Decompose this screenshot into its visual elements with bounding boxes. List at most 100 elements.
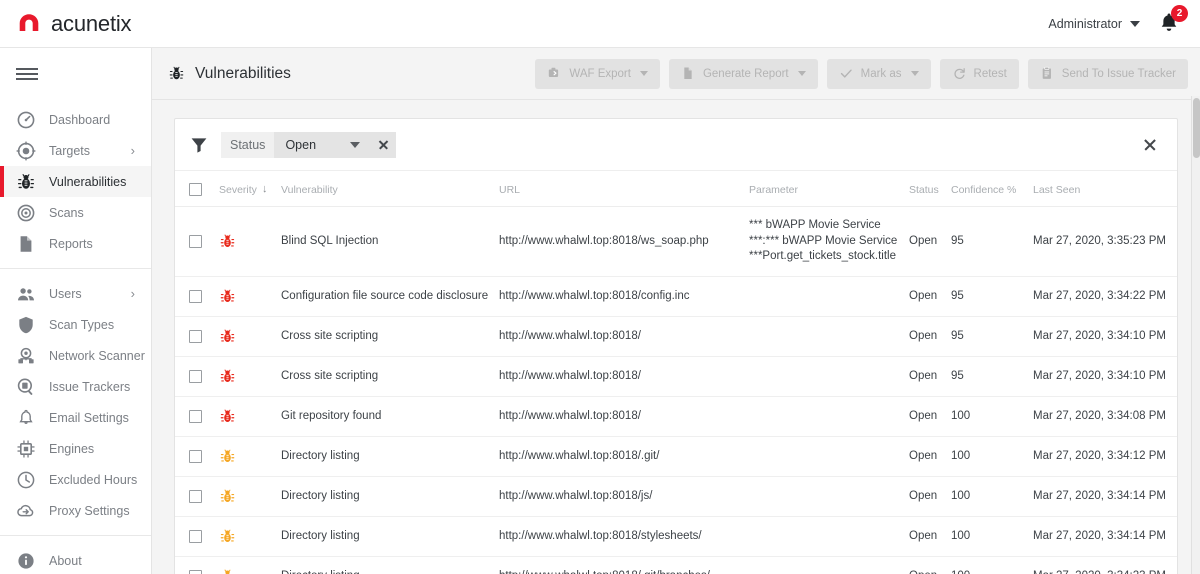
users-icon <box>18 287 34 300</box>
main-area: Vulnerabilities WAF Export Generate Repor… <box>152 48 1200 574</box>
row-checkbox[interactable] <box>189 329 202 343</box>
row-checkbox[interactable] <box>189 289 202 303</box>
sidebar-item-label: Scans <box>49 205 84 220</box>
sidebar-group-2: AboutHelp <box>0 535 151 574</box>
report-icon <box>684 67 692 80</box>
column-header-vulnerability[interactable]: Vulnerability <box>281 171 499 207</box>
refresh-icon <box>954 68 965 79</box>
window-scrollbar[interactable] <box>1191 96 1200 574</box>
scrollbar-thumb[interactable] <box>1193 98 1200 158</box>
status-cell: Open <box>909 276 951 317</box>
sidebar-item-label: Dashboard <box>49 112 111 127</box>
bug-icon <box>220 369 235 382</box>
table-row[interactable]: Directory listinghttp://www.whalwl.top:8… <box>175 476 1177 517</box>
row-select-cell <box>175 516 219 557</box>
sidebar-item-vulnerabilities[interactable]: Vulnerabilities <box>0 166 151 197</box>
sidebar-item-scan-types[interactable]: Scan Types <box>0 309 151 340</box>
url-cell: http://www.whalwl.top:8018/ <box>499 396 749 437</box>
row-checkbox[interactable] <box>189 409 202 423</box>
confidence-cell: 95 <box>951 316 1033 357</box>
status-filter-value: Open <box>285 137 317 152</box>
table-row[interactable]: Directory listinghttp://www.whalwl.top:8… <box>175 436 1177 477</box>
table-head: Severity ↓ Vulnerability URL Parameter S… <box>175 171 1177 207</box>
vulnerability-cell: Directory listing <box>281 476 499 517</box>
table-row[interactable]: Directory listinghttp://www.whalwl.top:8… <box>175 556 1177 574</box>
last-seen-cell: Mar 27, 2020, 3:34:10 PM <box>1033 356 1177 397</box>
sidebar-item-targets[interactable]: Targets › <box>0 135 151 166</box>
row-select-cell <box>175 206 219 277</box>
status-cell: Open <box>909 516 951 557</box>
sidebar-item-proxy-settings[interactable]: Proxy Settings <box>0 495 151 526</box>
mark-as-button[interactable]: Mark as <box>826 58 931 89</box>
url-cell: http://www.whalwl.top:8018/ <box>499 316 749 357</box>
sidebar-item-dashboard[interactable]: Dashboard <box>0 104 151 135</box>
send-to-issue-tracker-button[interactable]: Send To Issue Tracker <box>1027 58 1188 89</box>
parameter-cell <box>749 316 909 357</box>
administrator-menu[interactable]: Administrator <box>1048 17 1140 31</box>
menu-toggle-button[interactable] <box>0 48 151 100</box>
sidebar-item-network-scanner[interactable]: Network Scanner <box>0 340 151 371</box>
row-checkbox[interactable] <box>189 449 202 463</box>
bug-icon <box>220 449 235 462</box>
waf-export-icon <box>549 67 559 77</box>
parameter-cell <box>749 436 909 477</box>
waf-export-button[interactable]: WAF Export <box>535 58 660 89</box>
sidebar-item-reports[interactable]: Reports <box>0 228 151 259</box>
sidebar-item-email-settings[interactable]: Email Settings <box>0 402 151 433</box>
last-seen-cell: Mar 27, 2020, 3:35:23 PM <box>1033 206 1177 277</box>
sidebar-item-users[interactable]: Users › <box>0 278 151 309</box>
bug-icon <box>220 289 235 302</box>
vulnerability-cell: Configuration file source code disclosur… <box>281 276 499 317</box>
target-icon <box>16 141 36 160</box>
column-label-severity: Severity <box>219 183 257 196</box>
bug-icon <box>220 529 235 542</box>
sidebar-item-label: Engines <box>49 441 95 456</box>
chevron-down-icon <box>1130 20 1140 27</box>
row-select-cell <box>175 476 219 517</box>
column-header-url[interactable]: URL <box>499 171 749 207</box>
column-header-status[interactable]: Status <box>909 171 951 207</box>
notifications-button[interactable]: 2 <box>1156 4 1188 38</box>
vulnerability-cell: Cross site scripting <box>281 316 499 357</box>
row-checkbox[interactable] <box>189 489 202 503</box>
chevron-down-icon <box>639 71 648 76</box>
table-row[interactable]: Cross site scripting http://www.whalwl.to… <box>175 356 1177 397</box>
sidebar-item-excluded-hours[interactable]: Excluded Hours <box>0 464 151 495</box>
sidebar-item-engines[interactable]: Engines <box>0 433 151 464</box>
close-filter-bar-button[interactable] <box>1137 132 1163 158</box>
remove-filter-button[interactable] <box>370 131 397 158</box>
column-header-last-seen[interactable]: Last Seen <box>1033 171 1177 207</box>
table-row[interactable]: Configuration file source code disclosur… <box>175 276 1177 317</box>
select-all-checkbox[interactable] <box>189 183 202 196</box>
brand-logo[interactable]: acunetix <box>16 11 132 37</box>
column-header-severity[interactable]: Severity ↓ <box>219 171 281 207</box>
retest-button[interactable]: Retest <box>939 58 1019 89</box>
sidebar-item-about[interactable]: About <box>0 545 151 574</box>
parameter-cell <box>749 356 909 397</box>
sidebar-item-scans[interactable]: Scans <box>0 197 151 228</box>
row-checkbox[interactable] <box>189 369 202 383</box>
clipboard-icon <box>1042 66 1051 79</box>
sidebar-item-label: Email Settings <box>49 410 129 425</box>
document-icon <box>20 235 32 252</box>
table-row[interactable]: Blind SQL Injection http://www.whalwl.top… <box>175 206 1177 277</box>
table-row[interactable]: Cross site scripting http://www.whalwl.to… <box>175 316 1177 357</box>
parameter-cell <box>749 276 909 317</box>
sidebar-item-label: Users <box>49 286 82 301</box>
status-filter-select[interactable]: Open <box>274 131 371 158</box>
table-row[interactable]: Git repository found http://www.whalwl.to… <box>175 396 1177 437</box>
close-icon <box>1143 138 1157 152</box>
row-checkbox[interactable] <box>189 234 202 248</box>
column-header-parameter[interactable]: Parameter <box>749 171 909 207</box>
bug-icon <box>220 409 235 422</box>
row-checkbox[interactable] <box>189 569 202 574</box>
sidebar-item-issue-trackers[interactable]: Issue Trackers <box>0 371 151 402</box>
table-row[interactable]: Directory listinghttp://www.whalwl.top:8… <box>175 516 1177 557</box>
sidebar-item-label: Proxy Settings <box>49 503 130 518</box>
column-header-confidence[interactable]: Confidence % <box>951 171 1033 207</box>
page-header: Vulnerabilities WAF Export Generate Repor… <box>152 48 1200 100</box>
severity-cell <box>219 316 281 357</box>
chevron-down-icon <box>350 141 361 148</box>
row-checkbox[interactable] <box>189 529 202 543</box>
generate-report-button[interactable]: Generate Report <box>668 58 818 89</box>
